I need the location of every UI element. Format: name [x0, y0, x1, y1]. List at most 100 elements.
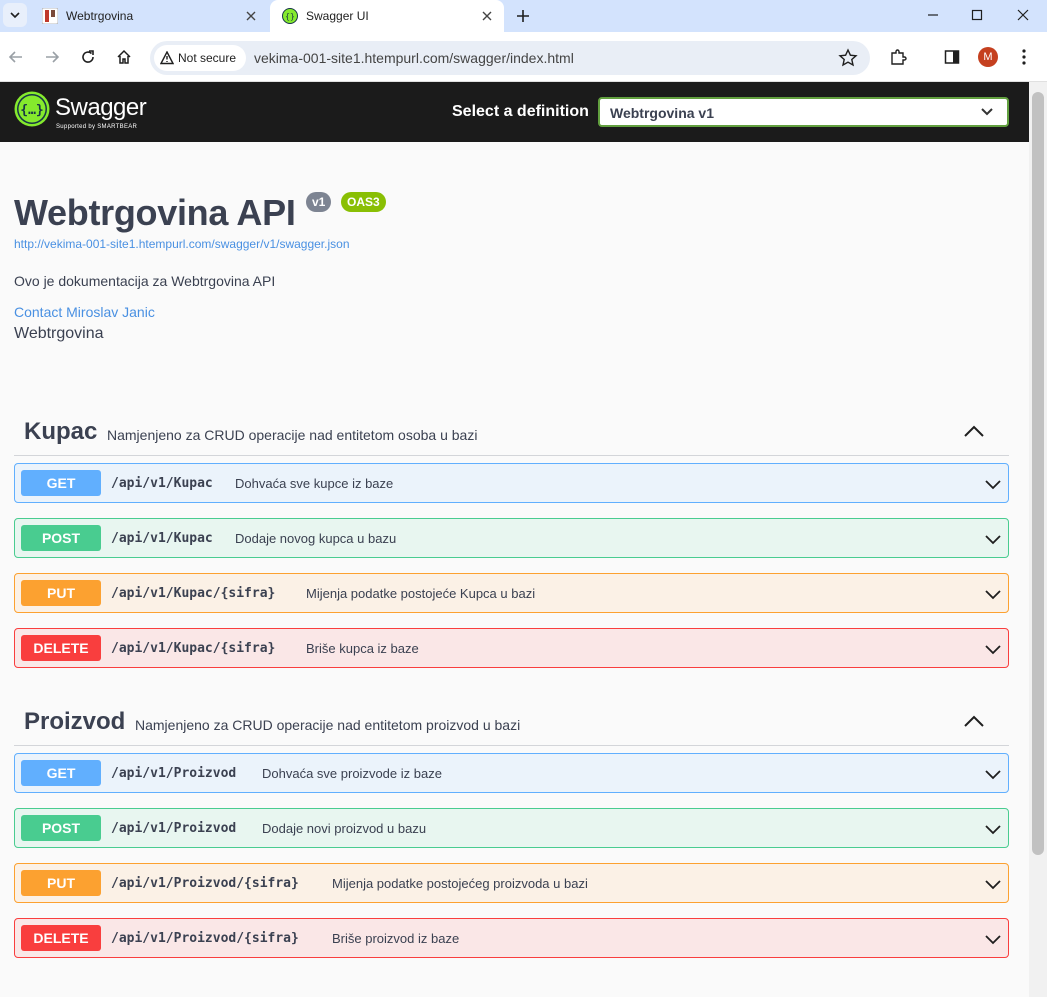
site-info-button[interactable]: Not secure [154, 45, 247, 71]
operation-summary: Dohvaća sve kupce iz baze [235, 476, 394, 491]
tab-title: Swagger UI [306, 9, 369, 23]
maximize-icon [971, 9, 983, 21]
plus-icon [517, 10, 529, 22]
browser-toolbar: Not secure vekima-001-site1.htempurl.com… [0, 32, 1047, 82]
side-panel-icon [944, 50, 960, 64]
page-scrollbar[interactable] [1029, 82, 1047, 997]
tag-name: Proizvod [24, 708, 126, 735]
operation-delete-proizvod[interactable]: DELETE /api/v1/Proizvod/{sifra} Briše pr… [14, 918, 1009, 958]
home-icon [117, 49, 131, 64]
operation-path: /api/v1/Proizvod/{sifra} [111, 931, 299, 946]
tag-section-proizvod[interactable]: Proizvod Namjenjeno za CRUD operacije na… [14, 700, 1009, 746]
operation-get-proizvod[interactable]: GET /api/v1/Proizvod Dohvaća sve proizvo… [14, 753, 1009, 793]
close-icon[interactable] [242, 7, 260, 25]
swagger-favicon-icon: {} [282, 8, 298, 24]
close-icon [1017, 9, 1029, 21]
version-badge: v1 [306, 192, 332, 212]
method-badge: GET [21, 470, 101, 496]
method-badge: GET [21, 760, 101, 786]
browser-menu-button[interactable] [1012, 45, 1036, 69]
operation-summary: Briše proizvod iz baze [332, 931, 460, 946]
swagger-logo-icon[interactable]: {…} [14, 91, 50, 127]
extensions-button[interactable] [886, 45, 910, 69]
select-definition-label: Select a definition [452, 103, 589, 120]
operation-summary: Mijenja podatke postojećeg proizvoda u b… [332, 876, 588, 891]
operation-summary: Dodaje novi proizvod u bazu [262, 821, 427, 836]
arrow-left-icon [8, 51, 22, 63]
method-badge: POST [21, 525, 101, 551]
more-vert-icon [1022, 49, 1026, 65]
operation-path: /api/v1/Kupac/{sifra} [111, 586, 276, 601]
operation-path: /api/v1/Proizvod [111, 766, 237, 781]
tag-section-kupac[interactable]: Kupac Namjenjeno za CRUD operacije nad e… [14, 410, 1009, 456]
method-badge: DELETE [21, 925, 101, 951]
swagger-brand-sub: Supported by SMARTBEAR [56, 124, 138, 130]
maximize-button[interactable] [954, 0, 1000, 30]
arrow-right-icon [46, 51, 60, 63]
operation-put-proizvod[interactable]: PUT /api/v1/Proizvod/{sifra} Mijenja pod… [14, 863, 1009, 903]
new-tab-button[interactable] [512, 5, 534, 27]
chevron-down-icon[interactable] [984, 930, 1002, 948]
contact-link[interactable]: Contact Miroslav Janic [14, 304, 155, 320]
url-text[interactable]: vekima-001-site1.htempurl.com/swagger/in… [254, 50, 574, 66]
profile-avatar[interactable]: M [978, 47, 998, 67]
method-badge: PUT [21, 870, 101, 896]
security-label: Not secure [178, 51, 237, 65]
operation-delete-kupac[interactable]: DELETE /api/v1/Kupac/{sifra} Briše kupca… [14, 628, 1009, 668]
back-button[interactable] [4, 45, 28, 69]
chevron-down-icon[interactable] [984, 640, 1002, 658]
method-badge: POST [21, 815, 101, 841]
spec-url-link[interactable]: http://vekima-001-site1.htempurl.com/swa… [14, 237, 350, 251]
operation-get-kupac[interactable]: GET /api/v1/Kupac Dohvaća sve kupce iz b… [14, 463, 1009, 503]
operation-path: /api/v1/Kupac/{sifra} [111, 641, 276, 656]
definition-select[interactable]: Webtrgovina v1 [598, 97, 1009, 127]
operation-path: /api/v1/Kupac [111, 531, 213, 546]
tag-description: Namjenjeno za CRUD operacije nad entitet… [107, 427, 478, 443]
address-bar[interactable]: Not secure vekima-001-site1.htempurl.com… [150, 41, 870, 75]
puzzle-icon [891, 49, 907, 65]
browser-tab-webtrgovina[interactable]: Webtrgovina [30, 0, 268, 32]
close-icon[interactable] [478, 7, 496, 25]
tag-description: Namjenjeno za CRUD operacije nad entitet… [135, 717, 521, 733]
swagger-brand[interactable]: Swagger [55, 94, 147, 122]
chevron-down-icon[interactable] [984, 475, 1002, 493]
minimize-icon [928, 14, 938, 16]
operation-post-kupac[interactable]: POST /api/v1/Kupac Dodaje novog kupca u … [14, 518, 1009, 558]
side-panel-button[interactable] [940, 45, 964, 69]
home-button[interactable] [112, 45, 136, 69]
bookmark-star-icon[interactable] [838, 48, 858, 68]
operation-summary: Dodaje novog kupca u bazu [235, 531, 397, 546]
reload-button[interactable] [76, 45, 100, 69]
operation-path: /api/v1/Kupac [111, 476, 213, 491]
svg-text:{}: {} [285, 12, 295, 21]
chevron-down-icon[interactable] [984, 585, 1002, 603]
tab-search-button[interactable] [3, 3, 27, 27]
selected-definition: Webtrgovina v1 [610, 105, 714, 121]
chevron-down-icon[interactable] [984, 530, 1002, 548]
swagger-topbar: {…} Swagger Supported by SMARTBEAR Selec… [0, 82, 1029, 142]
scrollbar-thumb[interactable] [1032, 92, 1044, 855]
tag-name: Kupac [24, 418, 98, 445]
chevron-down-icon[interactable] [984, 765, 1002, 783]
license-text: Webtrgovina [14, 325, 104, 342]
api-title: Webtrgovina API [14, 192, 296, 233]
operation-path: /api/v1/Proizvod/{sifra} [111, 876, 299, 891]
operation-put-kupac[interactable]: PUT /api/v1/Kupac/{sifra} Mijenja podatk… [14, 573, 1009, 613]
chevron-down-icon[interactable] [984, 875, 1002, 893]
browser-tab-swagger-ui[interactable]: {} Swagger UI [270, 0, 504, 32]
chevron-up-icon[interactable] [963, 712, 985, 730]
svg-text:{…}: {…} [20, 103, 43, 118]
operation-post-proizvod[interactable]: POST /api/v1/Proizvod Dodaje novi proizv… [14, 808, 1009, 848]
browser-tab-strip: Webtrgovina {} Swagger UI [0, 0, 1047, 32]
operation-summary: Mijenja podatke postojeće Kupca u bazi [306, 586, 536, 601]
forward-button[interactable] [40, 45, 64, 69]
webtrgovina-favicon-icon [42, 8, 58, 24]
method-badge: PUT [21, 580, 101, 606]
chevron-down-icon [10, 12, 20, 19]
method-badge: DELETE [21, 635, 101, 661]
chevron-up-icon[interactable] [963, 422, 985, 440]
minimize-button[interactable] [910, 0, 956, 30]
oas-badge: OAS3 [341, 192, 386, 212]
chevron-down-icon[interactable] [984, 820, 1002, 838]
close-window-button[interactable] [1000, 0, 1046, 30]
